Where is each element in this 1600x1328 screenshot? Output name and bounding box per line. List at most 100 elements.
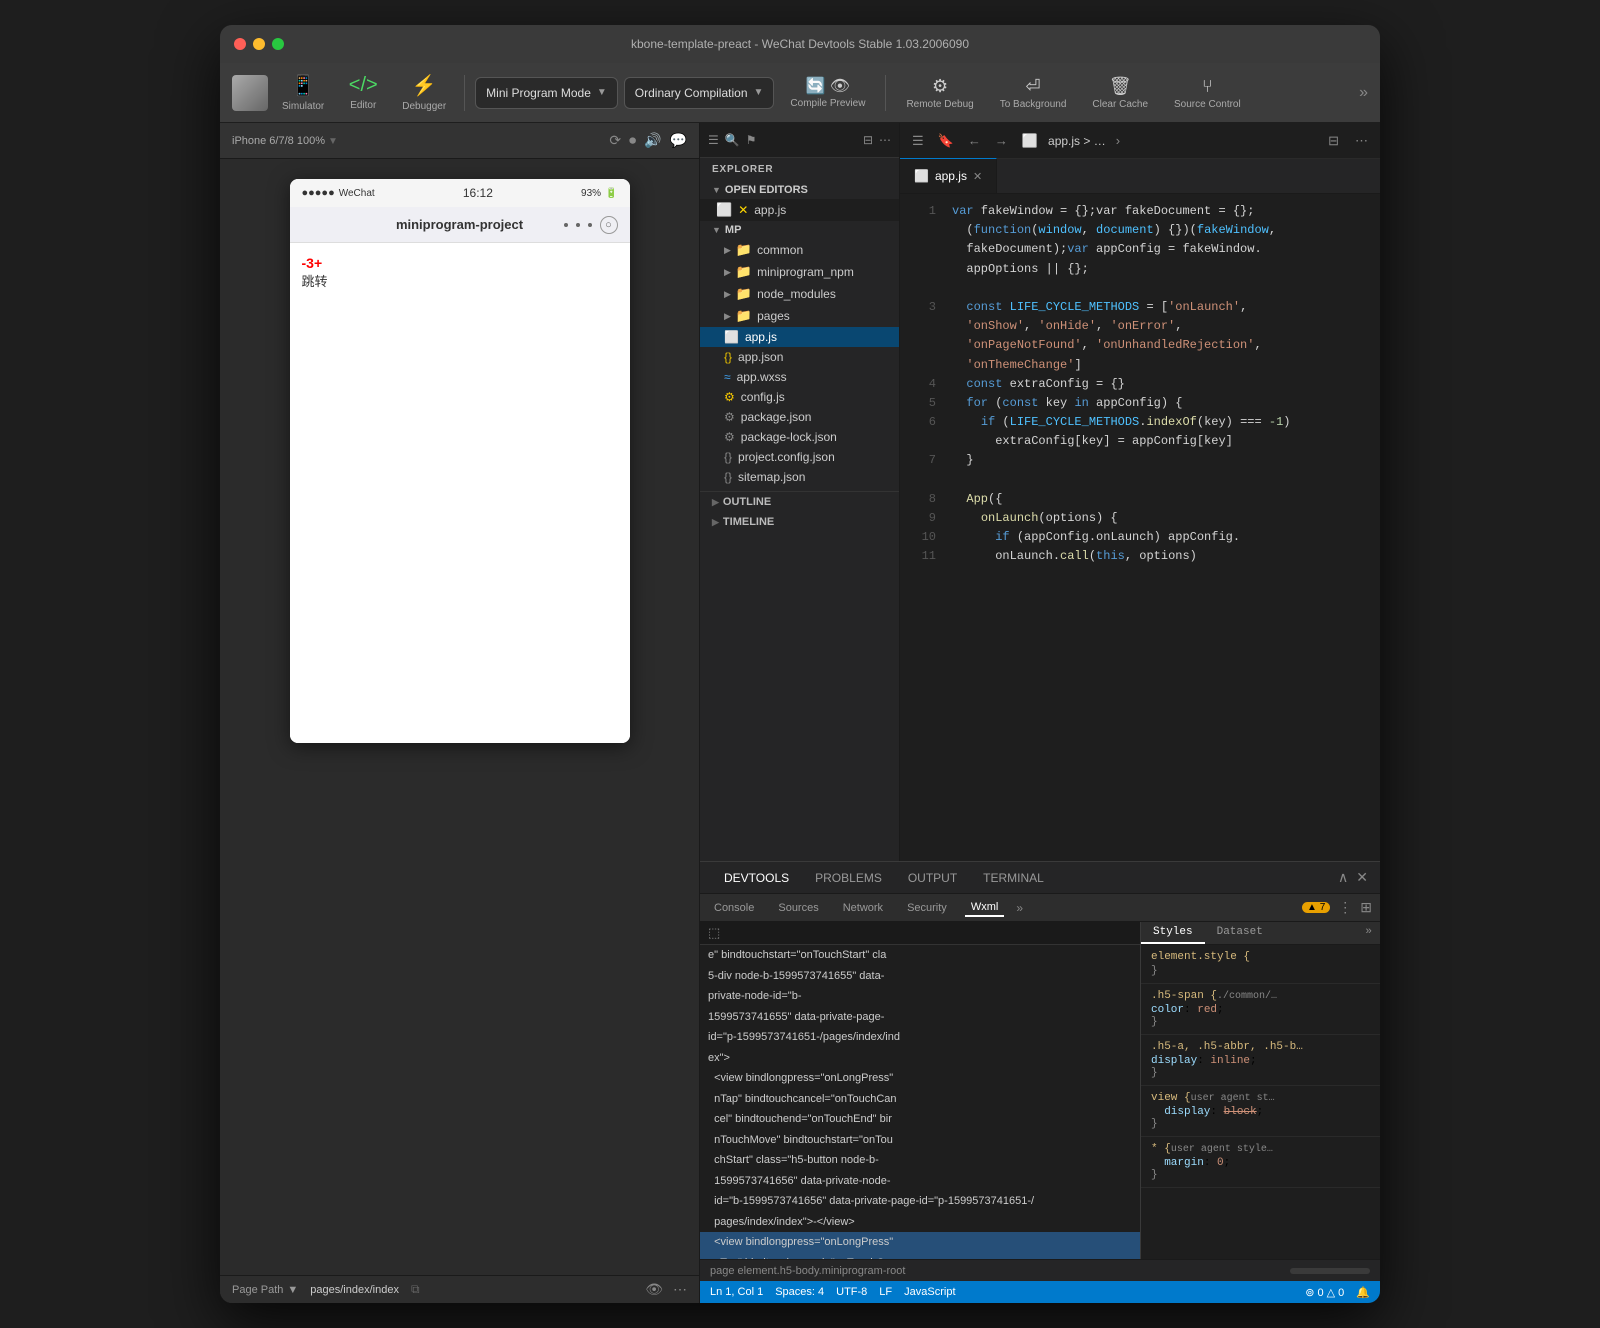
source-control-button[interactable]: ⑂ Source Control [1164, 72, 1251, 114]
console-line-11: 1599573741656" data-private-node- [700, 1171, 1140, 1192]
file-package-json[interactable]: ⚙ package.json [700, 407, 899, 427]
editor-more-icon[interactable]: ⋯ [1351, 131, 1372, 151]
tab-close-button[interactable]: ✕ [973, 170, 982, 183]
split-editor-icon[interactable]: ⊟ [1324, 131, 1343, 151]
style-rule-element: element.style { } [1141, 945, 1380, 984]
folder-common[interactable]: ▶ 📁 common [700, 239, 899, 261]
styles-more-button[interactable]: » [1357, 922, 1380, 944]
timeline-section[interactable]: ▶ TIMELINE [700, 512, 899, 532]
bell-icon[interactable]: 🔔 [1356, 1286, 1370, 1299]
open-editors-section[interactable]: ▼ OPEN EDITORS [700, 181, 899, 199]
compile-preview-icons: 🔄 👁 [806, 76, 850, 96]
close-button[interactable] [234, 38, 246, 50]
debugger-button[interactable]: ⚡ Debugger [394, 69, 454, 116]
search-icon[interactable]: 🔍 [725, 133, 740, 147]
styles-tab-dataset[interactable]: Dataset [1205, 922, 1275, 944]
more-button[interactable]: » [1359, 84, 1368, 101]
zoom-arrow[interactable]: ▼ [328, 136, 338, 147]
eye-status-icon[interactable]: 👁 [645, 1281, 663, 1298]
copy-icon[interactable]: ⧉ [411, 1282, 420, 1297]
page-path-item[interactable]: Page Path ▼ [232, 1284, 298, 1296]
outline-section[interactable]: ▶ OUTLINE [700, 492, 899, 512]
folder-miniprogram-npm[interactable]: ▶ 📁 miniprogram_npm [700, 261, 899, 283]
clear-cache-label: Clear Cache [1092, 99, 1148, 110]
status-spaces: Spaces: 4 [775, 1286, 824, 1298]
rotate-icon[interactable]: ⟳ [609, 132, 621, 149]
tab-app-js[interactable]: ⬜ app.js ✕ [900, 158, 997, 193]
back-icon[interactable]: ← [964, 131, 985, 150]
clear-cache-icon: 🗑 [1109, 76, 1132, 97]
devtools-footer: page element.h5-body.miniprogram-root [700, 1259, 1380, 1281]
compile-preview-button[interactable]: 🔄 👁 Compile Preview [780, 72, 875, 113]
file-config-js[interactable]: ⚙ config.js [700, 387, 899, 407]
filter-icon[interactable]: ⚑ [746, 133, 757, 147]
split-icon[interactable]: ⊟ [863, 133, 873, 147]
file-app-wxss[interactable]: ≈ app.wxss [700, 367, 899, 387]
sub-tab-security[interactable]: Security [901, 900, 953, 916]
ellipsis-icon[interactable]: ⋯ [879, 133, 891, 147]
sub-tab-network[interactable]: Network [837, 900, 889, 916]
editor-right-icons: ⊟ ⋯ [1324, 131, 1372, 151]
mode-dropdown[interactable]: Mini Program Mode ▼ [475, 77, 618, 109]
tab-devtools[interactable]: DEVTOOLS [712, 867, 801, 889]
sub-tab-more[interactable]: » [1016, 901, 1023, 915]
mp-section[interactable]: ▼ MP [700, 221, 899, 239]
file-project-config-json[interactable]: {} project.config.json [700, 447, 899, 467]
styles-tab-styles[interactable]: Styles [1141, 922, 1205, 944]
remote-debug-button[interactable]: ⚙ Remote Debug [896, 72, 983, 114]
bottom-status: Page Path ▼ pages/index/index ⧉ 👁 ⋯ [220, 1275, 699, 1303]
devtools-settings-icon[interactable]: ⊞ [1360, 899, 1372, 916]
minimize-button[interactable] [253, 38, 265, 50]
config-js-icon: ⚙ [724, 390, 735, 404]
explorer-toolbar: ☰ 🔍 ⚑ ⊟ ⋯ [700, 123, 899, 158]
file-package-lock-json[interactable]: ⚙ package-lock.json [700, 427, 899, 447]
file-sitemap-json[interactable]: {} sitemap.json [700, 467, 899, 487]
tab-terminal[interactable]: TERMINAL [971, 867, 1056, 889]
maximize-button[interactable] [272, 38, 284, 50]
editor-button[interactable]: </> Editor [338, 70, 388, 115]
tab-problems[interactable]: PROBLEMS [803, 867, 894, 889]
tab-output[interactable]: OUTPUT [896, 867, 969, 889]
compilation-dropdown[interactable]: Ordinary Compilation ▼ [624, 77, 775, 109]
devtools-close-icon[interactable]: ✕ [1356, 869, 1368, 886]
inspect-icon[interactable]: ⬚ [708, 925, 720, 941]
devtools-collapse-icon[interactable]: ∧ [1338, 869, 1348, 886]
app-js-icon: ⬜ [716, 202, 732, 218]
status-encoding: UTF-8 [836, 1286, 867, 1298]
clear-cache-button[interactable]: 🗑 Clear Cache [1082, 72, 1158, 114]
folder-node-modules[interactable]: ▶ 📁 node_modules [700, 283, 899, 305]
mode-label: Mini Program Mode [486, 86, 591, 100]
phone-link[interactable]: 跳转 [302, 271, 618, 290]
style-rule-selector-0: element.style { [1151, 951, 1370, 963]
more-status-icon[interactable]: ⋯ [673, 1281, 687, 1298]
sub-tab-wxml[interactable]: Wxml [965, 899, 1005, 917]
sub-tab-console[interactable]: Console [708, 900, 760, 916]
source-control-label: Source Control [1174, 99, 1241, 110]
scrollbar-thumb[interactable] [1290, 1268, 1370, 1274]
folder-pages[interactable]: ▶ 📁 pages [700, 305, 899, 327]
simulator-button[interactable]: 📱 Simulator [274, 69, 332, 116]
sub-tab-sources[interactable]: Sources [772, 900, 824, 916]
user-avatar[interactable] [232, 75, 268, 111]
status-line-ending: LF [879, 1286, 892, 1298]
open-file-app-js[interactable]: ⬜ ✕ app.js [700, 199, 899, 221]
code-content[interactable]: var fakeWindow = {};var fakeDocument = {… [940, 194, 1380, 861]
file-app-json[interactable]: {} app.json [700, 347, 899, 367]
devtools-tabs-bar: DEVTOOLS PROBLEMS OUTPUT TERMINAL ∧ ✕ [700, 862, 1380, 894]
device-toolbar: iPhone 6/7/8 100% ▼ ⟳ ⏺ 🔊 💬 [220, 123, 699, 159]
style-rule-selector-4: * {user agent style… [1151, 1143, 1370, 1155]
hamburger-icon[interactable]: ☰ [908, 131, 928, 151]
devtools-menu-icon[interactable]: ⋮ [1338, 899, 1352, 916]
console-line-10: chStart" class="h5-button node-b- [700, 1150, 1140, 1171]
forward-icon[interactable]: → [991, 131, 1012, 150]
phone-counter[interactable]: -3+ [302, 255, 618, 271]
chat-icon[interactable]: 💬 [670, 132, 687, 149]
volume-icon[interactable]: 🔊 [644, 132, 661, 149]
list-icon[interactable]: ☰ [708, 133, 719, 147]
file-app-js[interactable]: ⬜ app.js [700, 327, 899, 347]
to-background-button[interactable]: ⏎ To Background [990, 72, 1077, 114]
record-icon[interactable]: ⏺ [629, 132, 636, 149]
to-background-label: To Background [1000, 99, 1067, 110]
bookmark-icon[interactable]: 🔖 [934, 131, 958, 151]
main-toolbar: 📱 Simulator </> Editor ⚡ Debugger Mini P… [220, 63, 1380, 123]
